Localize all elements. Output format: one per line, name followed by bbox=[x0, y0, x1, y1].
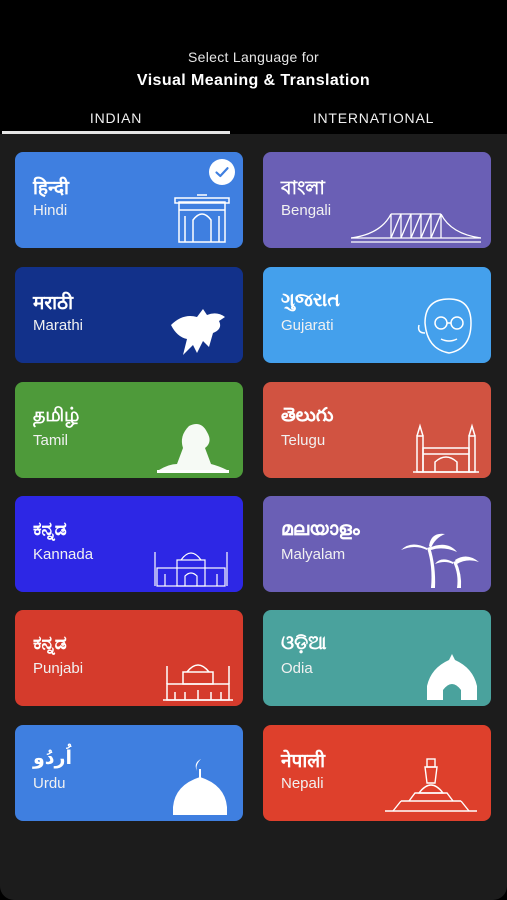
language-name: Tamil bbox=[33, 432, 69, 449]
tab-international[interactable]: INTERNATIONAL bbox=[240, 110, 507, 134]
native-script-label: తెలుగు bbox=[281, 404, 334, 426]
selected-check-icon bbox=[209, 159, 235, 185]
native-script-label: اُردُو bbox=[33, 747, 73, 769]
language-name: Gujarati bbox=[281, 317, 334, 334]
header-subtitle: Select Language for bbox=[187, 49, 320, 65]
howrah-bridge-icon bbox=[351, 213, 481, 243]
language-card-tamil[interactable]: தமிழ் Tamil bbox=[15, 382, 243, 478]
palm-tree-icon bbox=[401, 533, 479, 588]
language-name: Nepali bbox=[281, 775, 324, 792]
temple-arch-icon bbox=[427, 654, 477, 700]
header-title: Visual Meaning & Translation bbox=[136, 72, 371, 89]
language-card-marathi[interactable]: मराठी Marathi bbox=[15, 267, 243, 363]
native-script-label: हिन्दी bbox=[33, 177, 69, 199]
language-grid: हिन्दी Hindi বাংলা Bengali मराठी Marathi… bbox=[0, 134, 507, 900]
language-card-malyalam[interactable]: മലയാളം Malyalam bbox=[263, 496, 491, 592]
native-script-label: ગુજરાત bbox=[281, 289, 340, 311]
language-name: Marathi bbox=[33, 317, 84, 334]
golden-temple-icon bbox=[163, 664, 233, 701]
language-name: Kannada bbox=[33, 546, 94, 563]
language-card-urdu[interactable]: اُردُو Urdu bbox=[15, 725, 243, 821]
language-name: Punjabi bbox=[33, 660, 84, 677]
native-script-label: नेपाली bbox=[281, 750, 326, 772]
native-script-label: ಕನ್ನಡ bbox=[33, 632, 67, 654]
app-screen: Select Language for Visual Meaning & Tra… bbox=[0, 0, 507, 900]
gandhi-portrait-icon bbox=[417, 298, 472, 354]
palace-icon bbox=[154, 552, 228, 587]
language-name: Hindi bbox=[33, 202, 68, 219]
language-name: Odia bbox=[281, 660, 313, 677]
language-card-gujarati[interactable]: ગુજરાત Gujarati bbox=[263, 267, 491, 363]
horse-rider-icon bbox=[171, 309, 225, 355]
language-card-hindi[interactable]: हिन्दी Hindi bbox=[15, 152, 243, 248]
language-card-odia[interactable]: ଓଡ଼ିଆ Odia bbox=[263, 610, 491, 706]
stupa-icon bbox=[385, 758, 477, 812]
language-card-kannada[interactable]: ಕನ್ನಡ Kannada bbox=[15, 496, 243, 592]
language-card-nepali[interactable]: नेपाली Nepali bbox=[263, 725, 491, 821]
charminar-icon bbox=[413, 423, 479, 473]
mosque-dome-icon bbox=[173, 759, 227, 815]
native-script-label: தமிழ் bbox=[33, 404, 80, 426]
language-name: Urdu bbox=[33, 775, 66, 792]
india-gate-icon bbox=[174, 194, 230, 243]
saint-statue-icon bbox=[157, 424, 229, 473]
language-card-telugu[interactable]: తెలుగు Telugu bbox=[263, 382, 491, 478]
native-script-label: മലയാളം bbox=[281, 518, 360, 540]
native-script-label: मराठी bbox=[33, 292, 74, 314]
language-card-bengali[interactable]: বাংলা Bengali bbox=[263, 152, 491, 248]
language-name: Malyalam bbox=[281, 546, 346, 563]
language-name: Telugu bbox=[281, 432, 326, 449]
language-name: Bengali bbox=[281, 202, 332, 219]
native-script-label: ಕನ್ನಡ bbox=[33, 518, 67, 540]
native-script-label: ଓଡ଼ିଆ bbox=[281, 632, 327, 654]
header: Select Language for Visual Meaning & Tra… bbox=[0, 0, 507, 134]
language-card-punjabi[interactable]: ಕನ್ನಡ Punjabi bbox=[15, 610, 243, 706]
